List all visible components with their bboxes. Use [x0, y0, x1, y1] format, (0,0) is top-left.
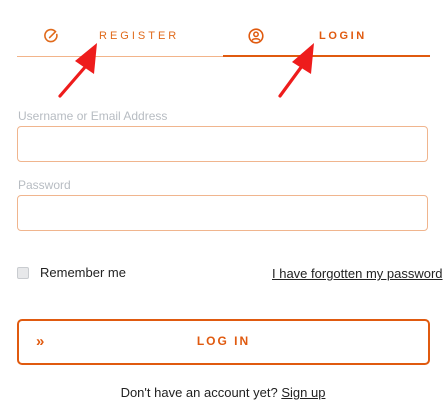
login-button[interactable]: » LOG IN — [17, 319, 430, 365]
tab-register[interactable]: REGISTER — [17, 0, 223, 56]
auth-tabs: REGISTER LOGIN — [17, 0, 430, 58]
active-tab-indicator — [223, 55, 430, 57]
signup-row: Don't have an account yet? Sign up — [0, 385, 446, 400]
tab-register-label: REGISTER — [99, 30, 180, 42]
username-label: Username or Email Address — [18, 109, 168, 123]
signup-prompt: Don't have an account yet? — [120, 385, 278, 400]
tab-login[interactable]: LOGIN — [223, 0, 430, 56]
remember-me-label: Remember me — [40, 265, 126, 280]
password-label: Password — [18, 178, 71, 192]
remember-me-toggle[interactable]: Remember me — [17, 265, 126, 280]
signup-link[interactable]: Sign up — [281, 385, 325, 400]
user-circle-icon — [248, 28, 264, 49]
login-button-label: LOG IN — [196, 334, 251, 348]
password-input[interactable] — [17, 195, 428, 231]
tab-login-label: LOGIN — [319, 30, 367, 42]
forgot-password-link[interactable]: I have forgotten my password — [272, 266, 443, 281]
username-input[interactable] — [17, 126, 428, 162]
edit-icon — [43, 28, 59, 49]
remember-me-checkbox[interactable] — [17, 266, 29, 279]
